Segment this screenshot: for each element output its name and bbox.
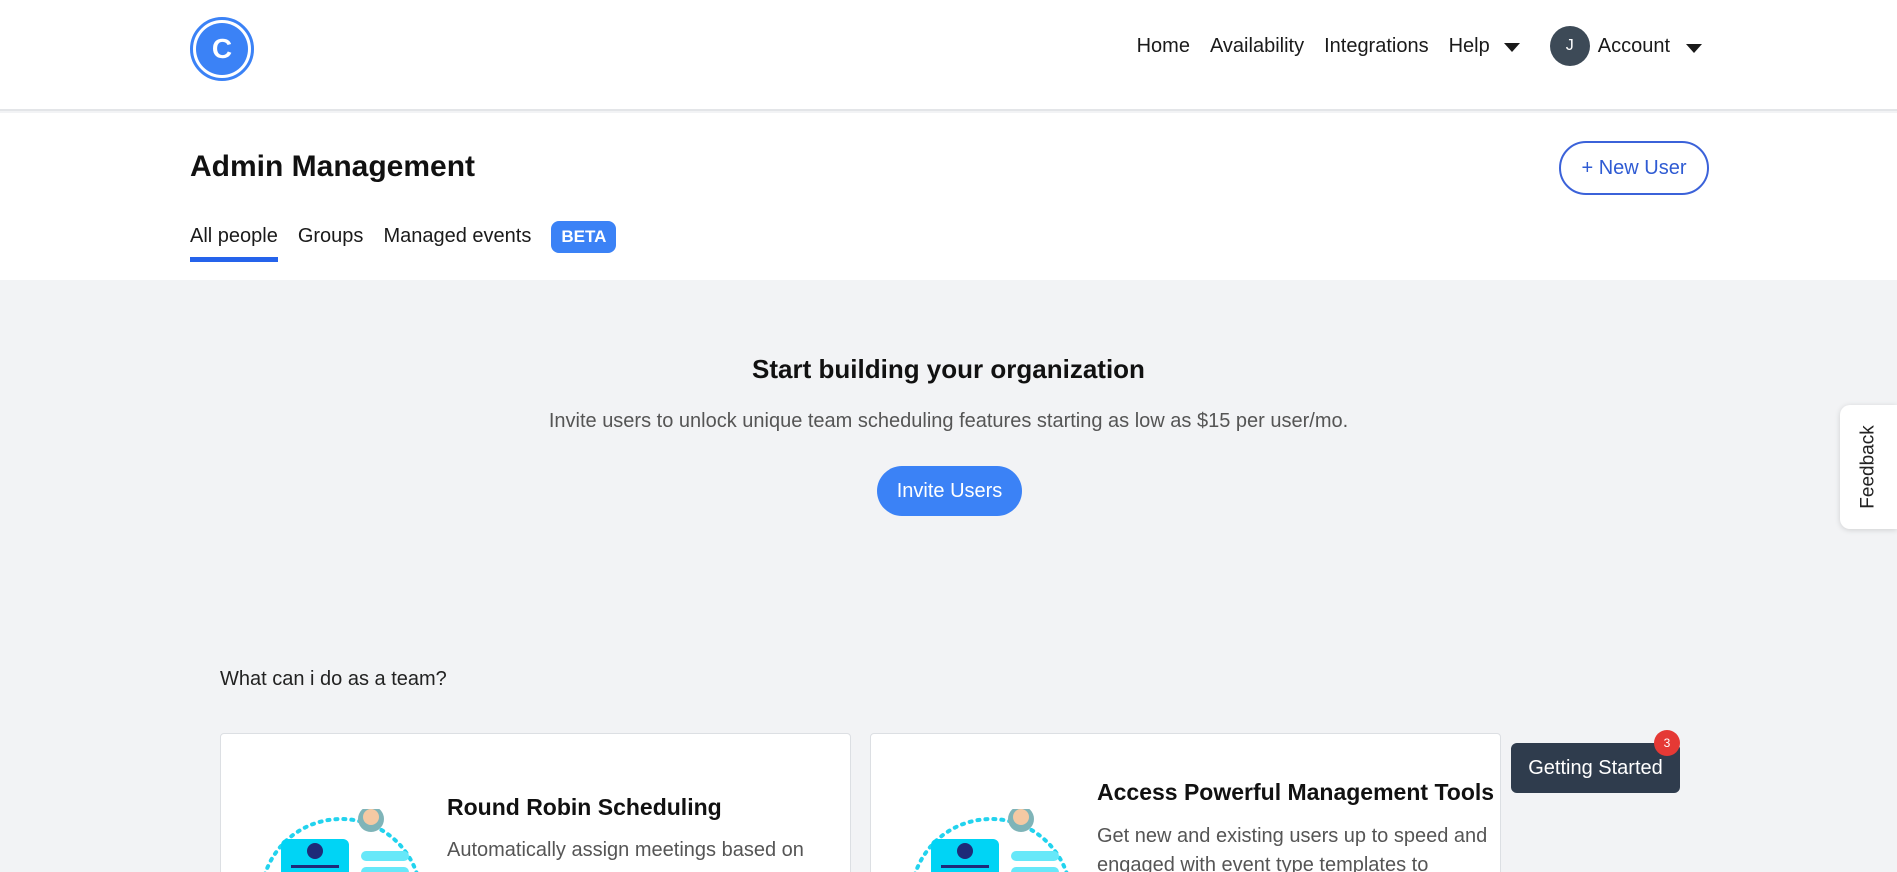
tab-groups[interactable]: Groups — [298, 225, 364, 262]
chevron-down-icon — [1686, 43, 1702, 53]
account-menu[interactable]: J Account — [1549, 26, 1702, 66]
chevron-down-icon — [1503, 42, 1520, 52]
tab-all-people[interactable]: All people — [190, 225, 278, 262]
feedback-tab[interactable]: Feedback — [1840, 405, 1897, 529]
tab-bar: All people Groups Managed events BETA — [190, 221, 617, 262]
account-label: Account — [1597, 34, 1670, 57]
invite-users-button[interactable]: Invite Users — [877, 466, 1022, 516]
page-header: Admin Management + New User All people G… — [0, 113, 1897, 280]
tab-managed-events[interactable]: Managed events — [383, 225, 531, 262]
nav-help[interactable]: Help — [1449, 35, 1520, 58]
feature-card-management-tools: Access Powerful Management Tools Get new… — [870, 733, 1501, 872]
scheduling-illustration — [263, 809, 419, 872]
getting-started-button[interactable]: Getting Started — [1511, 743, 1680, 793]
notification-count-badge: 3 — [1654, 730, 1680, 756]
feature-card-round-robin: Round Robin Scheduling Automatically ass… — [220, 733, 851, 872]
nav-integrations[interactable]: Integrations — [1324, 35, 1429, 58]
beta-badge: BETA — [551, 221, 617, 253]
hero-subtitle: Invite users to unlock unique team sched… — [548, 410, 1349, 432]
card-description: Get new and existing users up to speed a… — [1097, 825, 1488, 872]
logo-letter: C — [196, 23, 248, 75]
nav-home[interactable]: Home — [1137, 35, 1190, 58]
team-section-title: What can i do as a team? — [220, 668, 447, 690]
nav-help-label: Help — [1448, 34, 1490, 57]
nav-availability[interactable]: Availability — [1210, 35, 1304, 58]
app-logo[interactable]: C — [190, 17, 254, 81]
management-illustration — [913, 809, 1069, 872]
card-title: Access Powerful Management Tools — [1097, 779, 1495, 805]
main-nav: Home Availability Integrations Help J Ac… — [1117, 26, 1702, 66]
card-title: Round Robin Scheduling — [447, 794, 722, 820]
page-title: Admin Management — [190, 150, 476, 183]
top-navbar: C Home Availability Integrations Help J … — [0, 0, 1897, 111]
card-description: Automatically assign meetings based on — [447, 839, 804, 861]
feedback-label: Feedback — [1857, 425, 1879, 509]
hero-title: Start building your organization — [752, 354, 1145, 384]
new-user-button[interactable]: + New User — [1559, 141, 1709, 195]
avatar: J — [1549, 26, 1590, 66]
